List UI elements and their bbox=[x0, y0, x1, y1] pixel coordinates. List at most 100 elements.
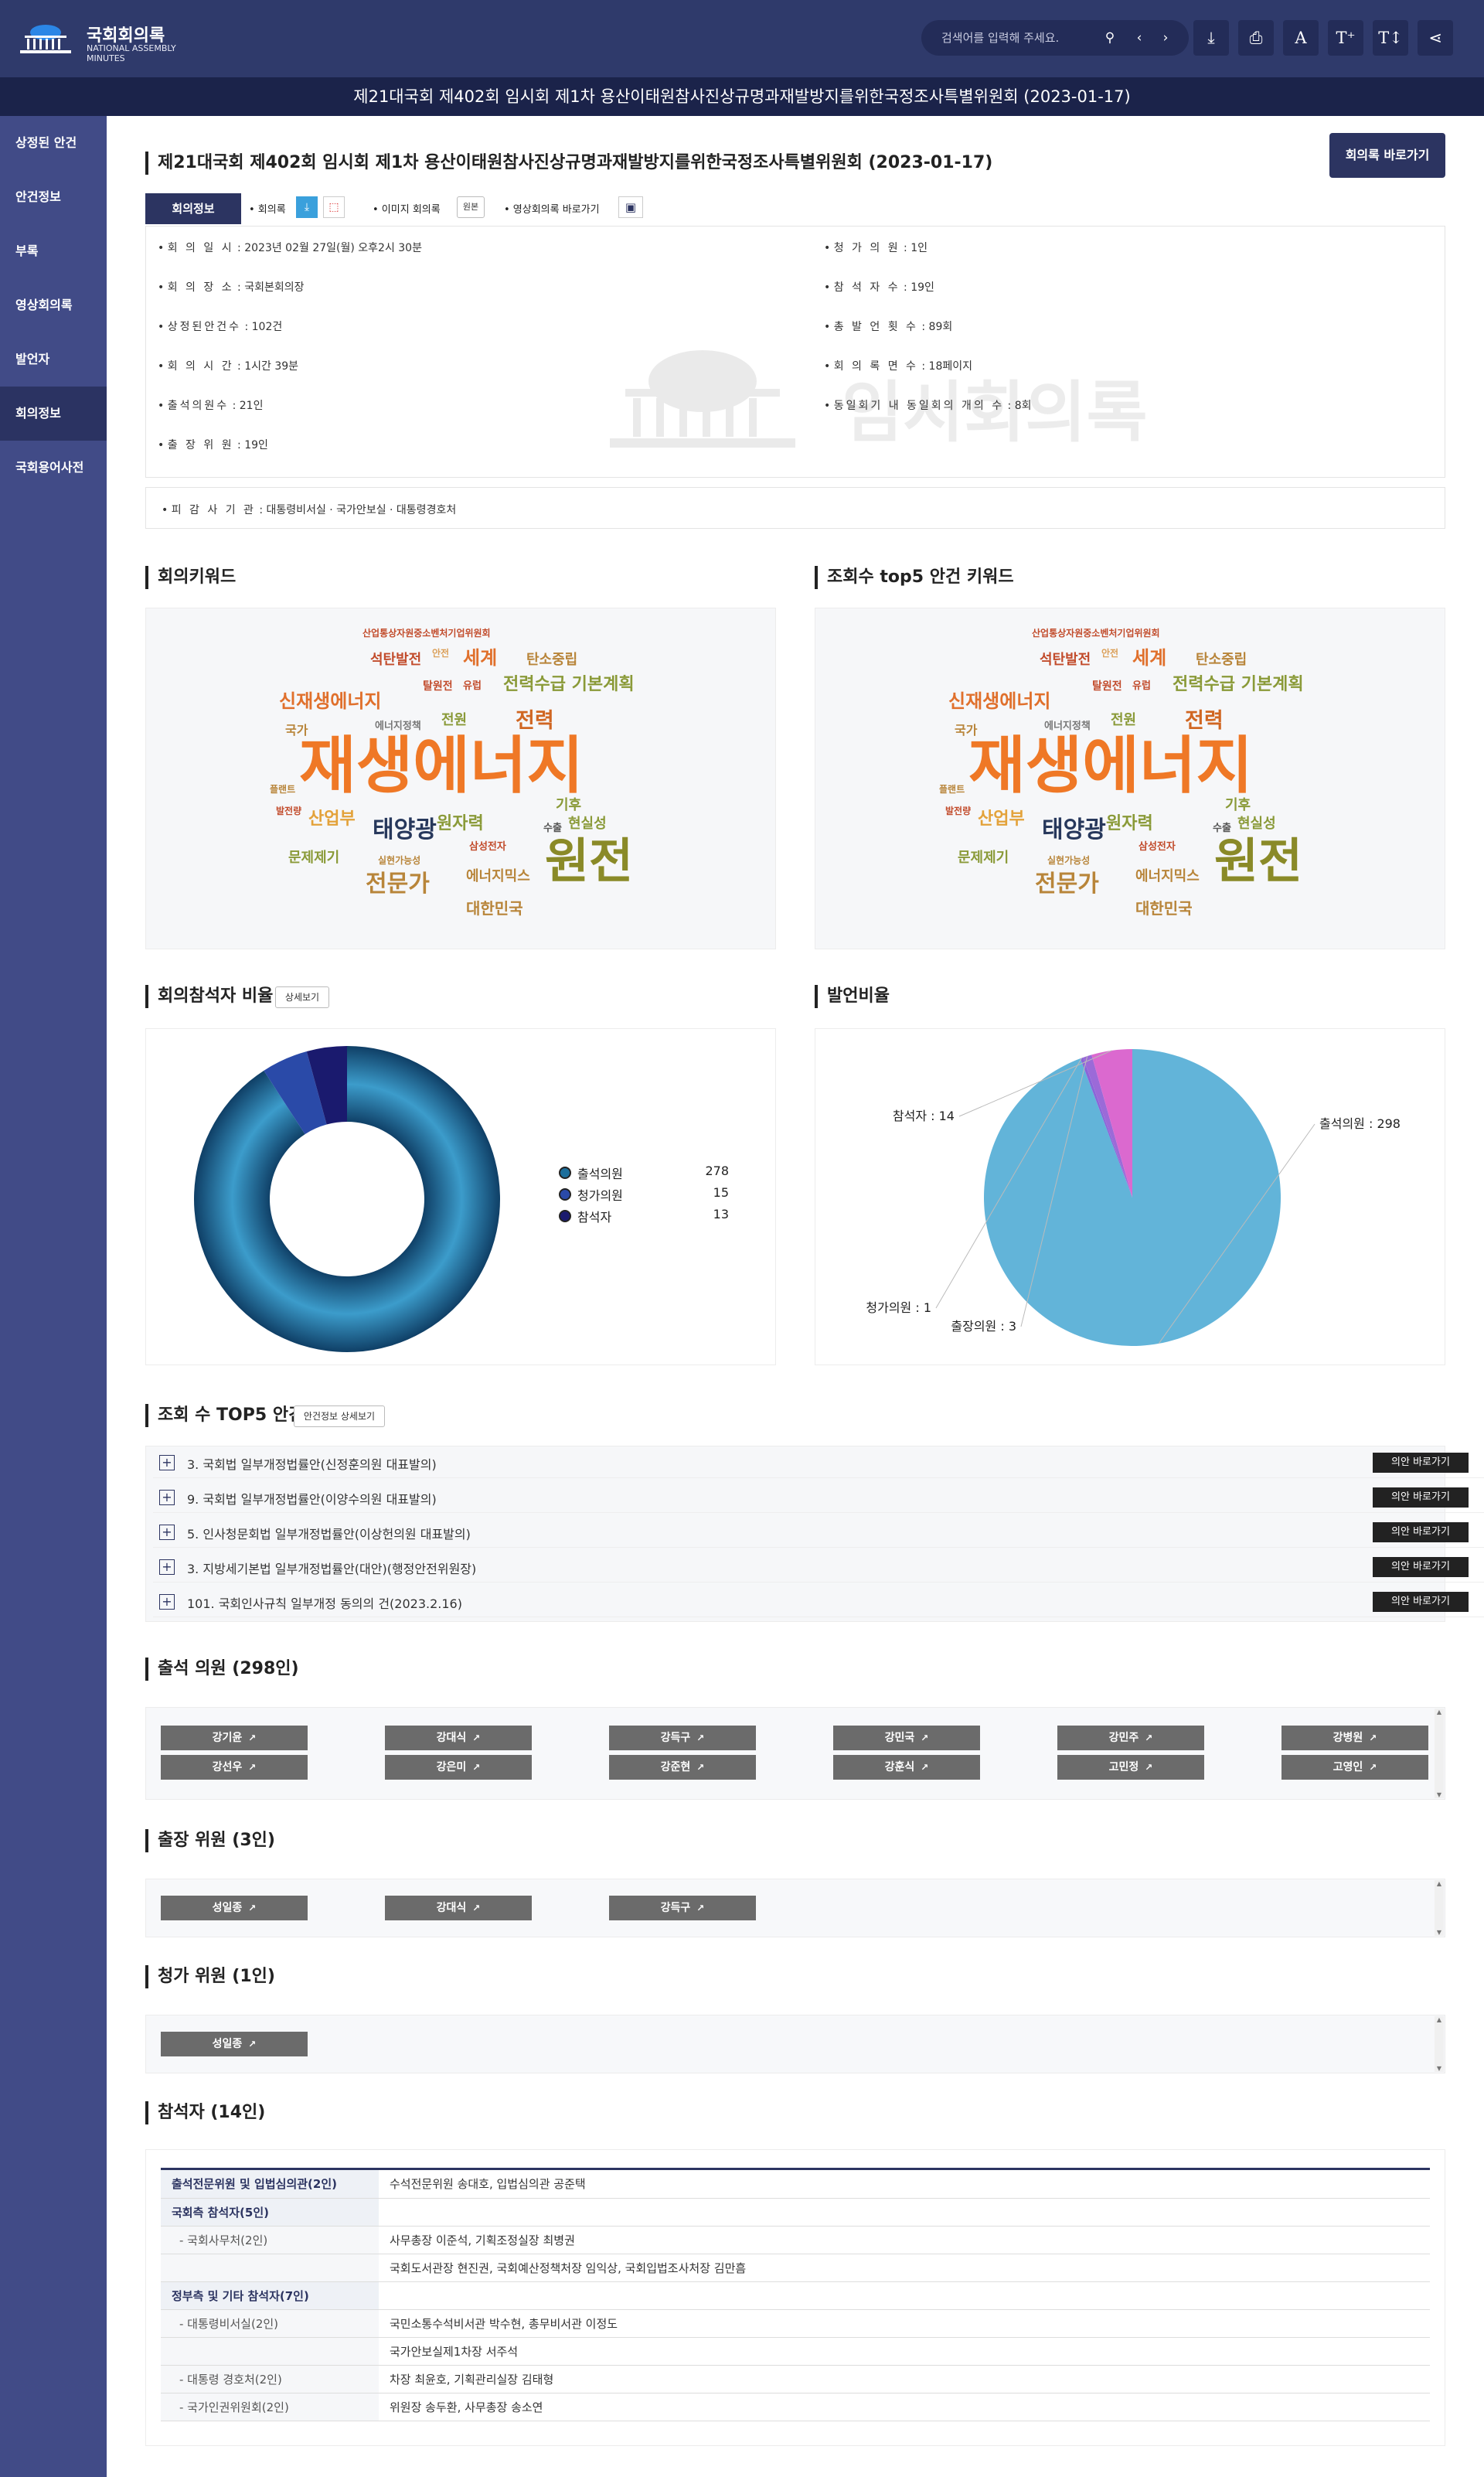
keyword-word: 탈원전 bbox=[423, 680, 453, 693]
keyword-word: 산업통상자원중소벤처기업위원회 bbox=[362, 628, 491, 639]
member-name: 강훈식 bbox=[884, 1761, 915, 1773]
expand-icon[interactable]: + bbox=[159, 1455, 175, 1470]
inspected-row: • 피 감 사 기 관 : 대통령비서실 · 국가안보실 · 대통령경호처 bbox=[162, 504, 457, 516]
agenda-title[interactable]: 3. 지방세기본법 일부개정법률안(대안)(행정안전위원장) bbox=[187, 1559, 476, 1577]
member-button[interactable]: 강준현 ↗ bbox=[609, 1755, 756, 1780]
minutes-shortcut-button[interactable]: 회의록 바로가기 bbox=[1329, 133, 1445, 178]
top5-keywords-title: 조회수 top5 안건 키워드 bbox=[815, 566, 1014, 589]
info-row: • 동일회기 내 동일회의 개의 수 : 8회 bbox=[824, 400, 1032, 412]
agenda-title[interactable]: 9. 국회법 일부개정법률안(이양수의원 대표발의) bbox=[187, 1489, 437, 1508]
next-icon[interactable]: › bbox=[1156, 29, 1175, 47]
download-icon[interactable]: ⤓ bbox=[1193, 20, 1229, 56]
inspected-value: 대통령비서실 · 국가안보실 · 대통령경호처 bbox=[266, 504, 457, 516]
search-icon[interactable]: ⚲ bbox=[1101, 29, 1119, 47]
keyword-word: 기후 bbox=[556, 797, 582, 813]
member-button[interactable]: 고영인 ↗ bbox=[1281, 1755, 1428, 1780]
info-key: 참 석 자 수 bbox=[833, 281, 900, 294]
member-button[interactable]: 강득구 ↗ bbox=[609, 1726, 756, 1750]
member-button[interactable]: 강훈식 ↗ bbox=[833, 1755, 980, 1780]
participant-names: 국가안보실제1차장 서주석 bbox=[379, 2337, 1430, 2366]
participant-row: - 국가인권위원회(2인) 위원장 송두환, 사무총장 송소연 bbox=[161, 2393, 1430, 2421]
pdf-download-icon[interactable]: ⬚ bbox=[323, 196, 345, 218]
expand-icon[interactable]: + bbox=[159, 1490, 175, 1505]
participant-names: 국민소통수석비서관 박수현, 총무비서관 이정도 bbox=[379, 2309, 1430, 2338]
legend-item: 참석자 13 bbox=[559, 1205, 729, 1227]
keyword-word: 전원 bbox=[441, 712, 468, 728]
video-icon[interactable]: ▣ bbox=[618, 196, 643, 218]
keyword-word: 에너지믹스 bbox=[466, 868, 530, 884]
attend-detail-button[interactable]: 상세보기 bbox=[275, 986, 329, 1008]
member-button[interactable]: 강은미 ↗ bbox=[385, 1755, 532, 1780]
attending-scrollbar[interactable] bbox=[1435, 1709, 1444, 1798]
member-button[interactable]: 강민국 ↗ bbox=[833, 1726, 980, 1750]
sidebar-item-meeting-info[interactable]: 회의정보 bbox=[0, 387, 107, 441]
top5-detail-button[interactable]: 안건정보 상세보기 bbox=[294, 1405, 385, 1427]
expand-icon[interactable]: + bbox=[159, 1559, 175, 1575]
sidebar-item-agenda[interactable]: 상정된 안건 bbox=[0, 116, 107, 170]
member-button[interactable]: 강민주 ↗ bbox=[1057, 1726, 1204, 1750]
agenda-go-button[interactable]: 의안 바로가기 bbox=[1373, 1522, 1469, 1542]
sidebar-item-speakers[interactable]: 발언자 bbox=[0, 332, 107, 387]
info-key: 회 의 일 시 bbox=[167, 242, 234, 254]
agenda-title[interactable]: 5. 인사청문회법 일부개정법률안(이상헌의원 대표발의) bbox=[187, 1524, 471, 1542]
sidebar: 상정된 안건 안건정보 부록 영상회의록 발언자 회의정보 국회용어사전 bbox=[0, 116, 107, 2477]
agenda-go-button[interactable]: 의안 바로가기 bbox=[1373, 1453, 1469, 1473]
keywords-title: 회의키워드 bbox=[145, 566, 236, 589]
agenda-go-button[interactable]: 의안 바로가기 bbox=[1373, 1592, 1469, 1612]
trip-scrollbar[interactable] bbox=[1435, 1880, 1444, 1936]
sidebar-item-appendix[interactable]: 부록 bbox=[0, 224, 107, 278]
print-icon[interactable]: ⎙ bbox=[1238, 20, 1274, 56]
member-button[interactable]: 강대식 ↗ bbox=[385, 1896, 532, 1920]
leave-scrollbar[interactable] bbox=[1435, 2016, 1444, 2072]
member-button[interactable]: 성일종 ↗ bbox=[161, 1896, 308, 1920]
font-decrease-button[interactable]: T↕ bbox=[1373, 20, 1408, 56]
member-button[interactable]: 강기윤 ↗ bbox=[161, 1726, 308, 1750]
agenda-go-button[interactable]: 의안 바로가기 bbox=[1373, 1487, 1469, 1508]
assembly-logo-icon bbox=[20, 25, 71, 53]
watermark-logo-icon bbox=[610, 350, 795, 448]
keyword-word: 발전량 bbox=[276, 806, 302, 816]
member-button[interactable]: 강선우 ↗ bbox=[161, 1755, 308, 1780]
logo[interactable]: 국회회의록 NATIONAL ASSEMBLY MINUTES bbox=[15, 19, 209, 63]
keyword-word: 태양광 bbox=[373, 816, 437, 843]
info-row: • 총 발 언 횟 수 : 89회 bbox=[824, 321, 953, 333]
keyword-word: 대한민국 bbox=[1135, 899, 1193, 918]
keyword-word: 재생에너지 bbox=[968, 730, 1253, 802]
member-name: 성일종 bbox=[212, 2038, 243, 2050]
expand-icon[interactable]: + bbox=[159, 1525, 175, 1540]
share-icon[interactable]: ⋖ bbox=[1418, 20, 1453, 56]
search-input[interactable] bbox=[941, 28, 1096, 48]
member-button[interactable]: 강병원 ↗ bbox=[1281, 1726, 1428, 1750]
agenda-title[interactable]: 3. 국회법 일부개정법률안(신정훈의원 대표발의) bbox=[187, 1454, 437, 1473]
info-value: 102건 bbox=[251, 321, 283, 333]
main-content: 제21대국회 제402회 임시회 제1차 용산이태원참사진상규명과재발방지를위한… bbox=[107, 116, 1484, 2477]
member-name: 강선우 bbox=[212, 1761, 243, 1773]
member-name: 강대식 bbox=[436, 1732, 467, 1744]
sidebar-item-video[interactable]: 영상회의록 bbox=[0, 278, 107, 332]
font-increase-button[interactable]: T⁺ bbox=[1328, 20, 1363, 56]
legend-item: 청가의원 15 bbox=[559, 1184, 729, 1205]
info-value: 21인 bbox=[239, 400, 264, 412]
agenda-title[interactable]: 101. 국회인사규칙 일부개정 동의의 건(2023.2.16) bbox=[187, 1593, 462, 1612]
info-value: 2023년 02월 27일(월) 오후2시 30분 bbox=[244, 242, 422, 254]
member-button[interactable]: 고민정 ↗ bbox=[1057, 1755, 1204, 1780]
tab-meeting-info[interactable]: 회의정보 bbox=[145, 193, 241, 224]
member-button[interactable]: 강대식 ↗ bbox=[385, 1726, 532, 1750]
agenda-go-button[interactable]: 의안 바로가기 bbox=[1373, 1557, 1469, 1577]
external-link-icon: ↗ bbox=[921, 1762, 929, 1773]
sidebar-item-glossary[interactable]: 국회용어사전 bbox=[0, 441, 107, 495]
agenda-row: +3. 국회법 일부개정법률안(신정훈의원 대표발의) 의안 바로가기 bbox=[153, 1447, 1484, 1478]
sidebar-item-agenda-info[interactable]: 안건정보 bbox=[0, 170, 107, 224]
legend-swatch bbox=[559, 1167, 571, 1179]
agenda-row: +101. 국회인사규칙 일부개정 동의의 건(2023.2.16) 의안 바로가… bbox=[153, 1586, 1484, 1617]
member-button[interactable]: 성일종 ↗ bbox=[161, 2032, 308, 2056]
original-button[interactable]: 원본 bbox=[457, 196, 485, 218]
hwp-download-icon[interactable]: ⤓ bbox=[296, 196, 318, 218]
member-name: 강대식 bbox=[436, 1902, 467, 1914]
info-row: • 회 의 장 소 : 국회본회의장 bbox=[158, 281, 305, 294]
prev-icon[interactable]: ‹ bbox=[1130, 29, 1149, 47]
keyword-word: 플랜트 bbox=[939, 784, 965, 795]
member-button[interactable]: 강득구 ↗ bbox=[609, 1896, 756, 1920]
expand-icon[interactable]: + bbox=[159, 1594, 175, 1610]
font-default-button[interactable]: A bbox=[1283, 20, 1319, 56]
